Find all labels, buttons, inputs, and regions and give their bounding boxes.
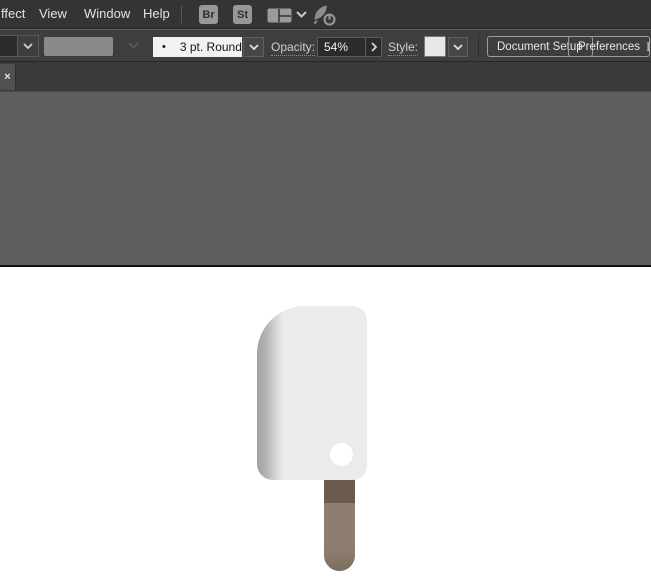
popsicle-side-shade (257, 306, 283, 480)
brush-dot-icon: • (162, 41, 166, 53)
brush-definition-combo[interactable]: • 3 pt. Round (153, 37, 242, 57)
truncated-field[interactable] (0, 35, 18, 57)
opacity-label[interactable]: Opacity: (271, 40, 316, 56)
stub-chevron-down-icon[interactable] (17, 35, 39, 57)
workspace-chevron-down-icon[interactable] (296, 11, 307, 18)
options-divider (478, 34, 479, 58)
brush-combo-chevron-down-icon[interactable] (243, 37, 264, 57)
preferences-button[interactable]: Preferences (568, 36, 651, 57)
pasteboard[interactable] (0, 92, 651, 585)
popsicle-stick-shadow (324, 478, 355, 503)
tab-close-icon[interactable]: × (0, 64, 16, 90)
stock-icon[interactable]: St (233, 5, 252, 24)
gpu-performance-rocket-icon[interactable] (311, 3, 337, 27)
workspace-layout-icon[interactable] (267, 8, 292, 23)
style-swatch[interactable] (424, 36, 446, 57)
control-options-bar: • 3 pt. Round Opacity: 54% Style: Docume… (0, 30, 651, 62)
disabled-chevron-down-icon (128, 42, 139, 49)
popsicle-highlight-dot (330, 443, 353, 466)
opacity-input[interactable]: 54% (317, 37, 365, 57)
popsicle-stick[interactable] (324, 478, 355, 571)
brush-definition-value: 3 pt. Round (179, 40, 242, 54)
opacity-expand-chevron-right-icon[interactable] (365, 37, 382, 57)
app-window: ffect View Window Help Br St • 3 pt. Rou… (0, 0, 651, 585)
menu-help[interactable]: Help (143, 6, 170, 21)
clipped-edge-glyph: I (646, 39, 651, 54)
popsicle-body[interactable] (257, 306, 367, 480)
menu-divider (181, 6, 182, 23)
menu-window[interactable]: Window (84, 6, 130, 21)
artboard[interactable] (0, 265, 651, 585)
menu-bar: ffect View Window Help Br St (0, 0, 651, 29)
document-tab-bar: × (0, 62, 651, 92)
menu-view[interactable]: View (39, 6, 67, 21)
menu-effect[interactable]: ffect (1, 6, 25, 21)
style-chevron-down-icon[interactable] (448, 37, 468, 57)
bridge-icon[interactable]: Br (199, 5, 218, 24)
fill-preview-field[interactable] (44, 37, 113, 56)
style-label[interactable]: Style: (388, 40, 419, 56)
